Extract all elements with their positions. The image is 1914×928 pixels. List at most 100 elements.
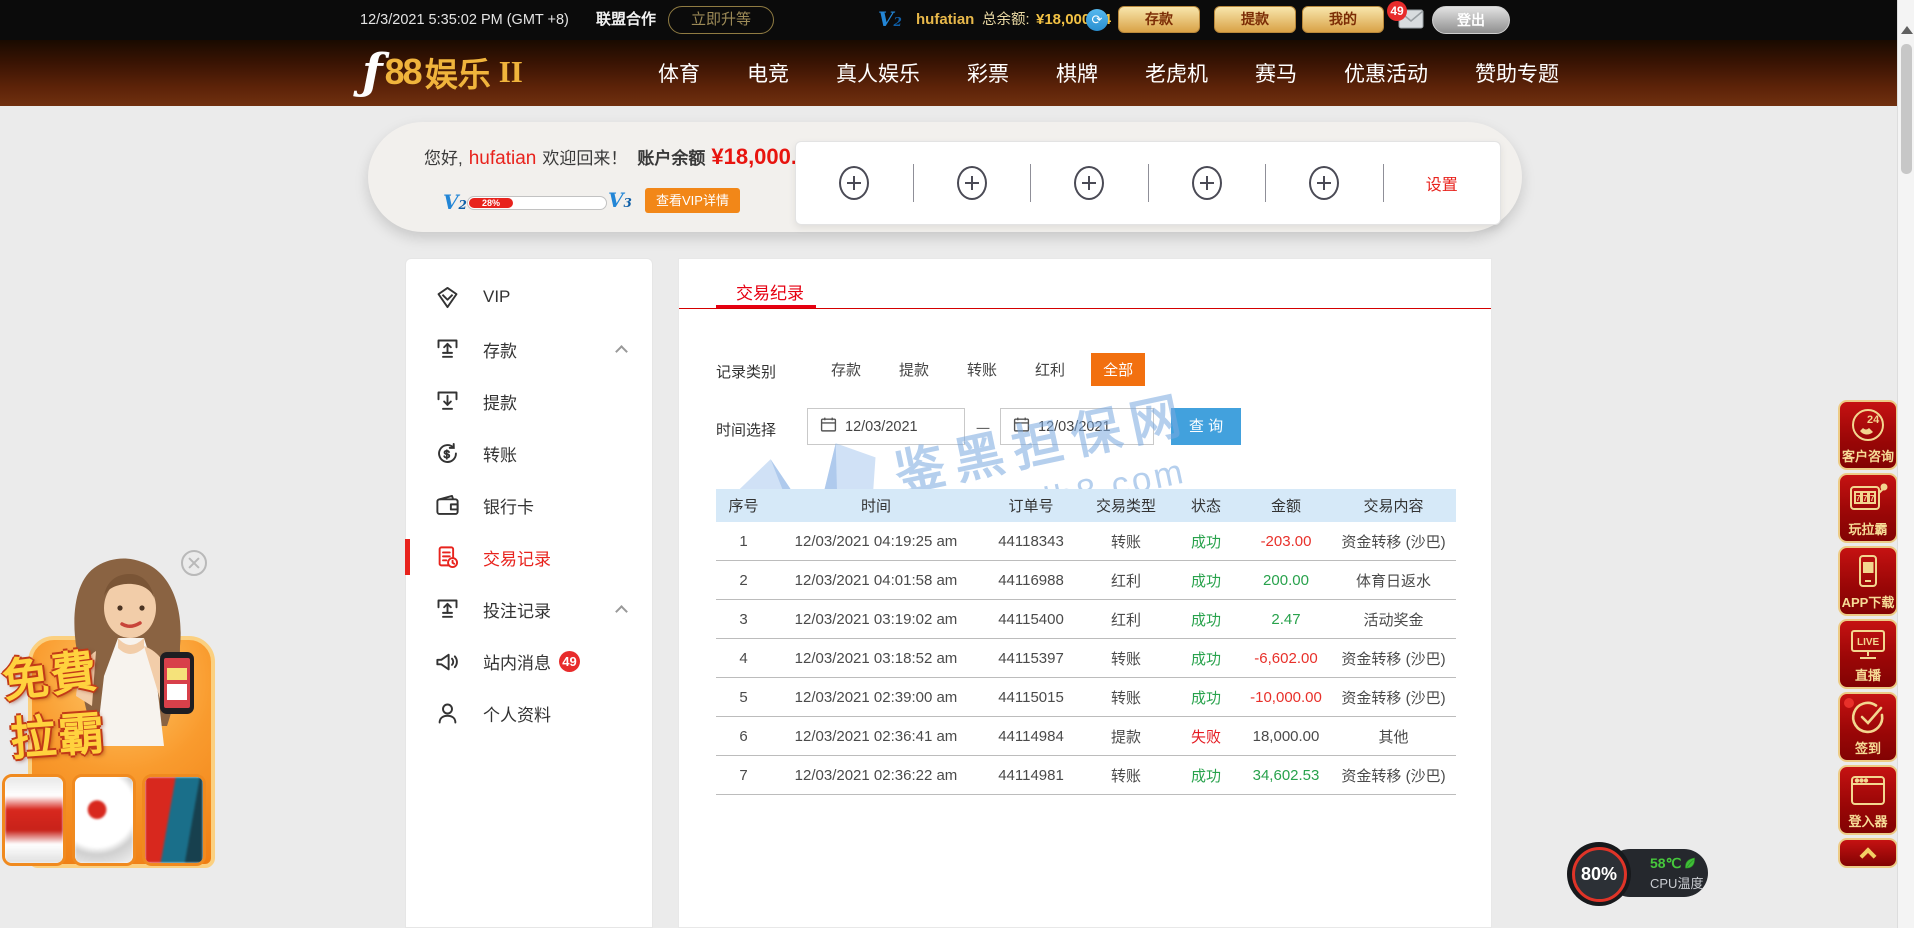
svg-text:7: 7 — [1856, 494, 1861, 503]
service-24-icon: 24 — [1848, 406, 1888, 451]
cell-order-no: 44115015 — [981, 689, 1081, 706]
time-select-label: 时间选择 — [716, 419, 776, 440]
sidebar-item-label: 银行卡 — [483, 493, 534, 518]
promo-banner[interactable]: 免費 拉霸 — [0, 548, 215, 873]
vip-next-badge: V3 — [608, 188, 632, 212]
vip-level-badge: V2 — [878, 7, 902, 31]
cell-status: 成功 — [1171, 609, 1241, 630]
transactions-table: 序号 时间 订单号 交易类型 状态 金额 交易内容 1 12/03/2021 0… — [716, 489, 1456, 795]
nav-item[interactable]: 电竞 — [747, 58, 789, 88]
cell-order-no: 44118343 — [981, 533, 1081, 550]
nav-item[interactable]: 赛马 — [1255, 58, 1297, 88]
cell-content: 其他 — [1331, 726, 1456, 747]
nav-item[interactable]: 体育 — [658, 58, 700, 88]
alliance-link[interactable]: 联盟合作 — [596, 0, 656, 40]
logout-button[interactable]: 登出 — [1432, 6, 1510, 34]
nav-item[interactable]: 赞助专题 — [1475, 58, 1559, 88]
sidebar-item-label: 转账 — [483, 441, 517, 466]
cell-amount: -10,000.00 — [1241, 689, 1331, 706]
settings-label: 设置 — [1426, 171, 1458, 195]
promo-close-icon[interactable] — [181, 550, 207, 576]
sidebar-item-transaction-records[interactable]: 交易记录 — [406, 531, 652, 583]
live-monitor-icon: LIVE — [1847, 625, 1889, 670]
live-stream-button[interactable]: LIVE 直播 — [1838, 619, 1898, 689]
sidebar-item-withdraw[interactable]: 提款 — [406, 375, 652, 427]
check-in-button[interactable]: 签到 — [1838, 692, 1898, 762]
quick-add-slot-4[interactable] — [1149, 164, 1267, 202]
deposit-button[interactable]: 存款 — [1118, 6, 1200, 33]
table-row: 6 12/03/2021 02:36:41 am 44114984 提款 失败 … — [716, 717, 1456, 756]
nav-item[interactable]: 彩票 — [967, 58, 1009, 88]
slot-play-button[interactable]: 777 玩拉霸 — [1838, 473, 1898, 543]
sidebar-item-label: 交易记录 — [483, 545, 551, 570]
query-button[interactable]: 查 询 — [1171, 408, 1241, 445]
cell-type: 提款 — [1081, 726, 1171, 747]
cell-content: 资金转移 (沙巴) — [1331, 531, 1456, 552]
nav-item[interactable]: 棋牌 — [1056, 58, 1098, 88]
cpu-label: CPU温度 — [1650, 873, 1708, 892]
sidebar-item-vip[interactable]: VIP — [406, 271, 652, 323]
cell-content: 资金转移 (沙巴) — [1331, 687, 1456, 708]
sidebar-item-profile[interactable]: 个人资料 — [406, 687, 652, 739]
quick-add-slot-3[interactable] — [1031, 164, 1149, 202]
table-row: 2 12/03/2021 04:01:58 am 44116988 红利 成功 … — [716, 561, 1456, 600]
sidebar-item-bet-records[interactable]: 投注记录 — [406, 583, 652, 635]
cell-status: 成功 — [1171, 570, 1241, 591]
launcher-button[interactable]: 登入器 — [1838, 765, 1898, 835]
cell-content: 资金转移 (沙巴) — [1331, 765, 1456, 786]
app-download-button[interactable]: APP下载 — [1838, 546, 1898, 616]
page-scrollbar[interactable] — [1897, 0, 1914, 928]
quick-settings[interactable]: 设置 — [1384, 164, 1501, 202]
megaphone-icon — [434, 648, 461, 675]
quick-add-slot-1[interactable] — [796, 164, 914, 202]
plus-circle-icon — [1192, 166, 1222, 200]
cell-content: 资金转移 (沙巴) — [1331, 648, 1456, 669]
customer-service-button[interactable]: 24 客户咨询 — [1838, 400, 1898, 470]
main-panel: 交易纪录 记录类别 存款 提款 转账 红利 全部 时间选择 12/03/2021… — [678, 258, 1492, 928]
vip-detail-button[interactable]: 查看VIP详情 — [645, 188, 740, 213]
table-row: 1 12/03/2021 04:19:25 am 44118343 转账 成功 … — [716, 522, 1456, 561]
cell-status: 成功 — [1171, 531, 1241, 552]
refresh-balance-icon[interactable]: ⟳ — [1086, 9, 1108, 31]
logo-f-glyph: ƒ — [362, 46, 383, 98]
withdraw-button[interactable]: 提款 — [1214, 6, 1296, 33]
page: 12/3/2021 5:35:02 PM (GMT +8) 联盟合作 立即升等 … — [0, 0, 1914, 928]
date-from-input[interactable]: 12/03/2021 — [807, 408, 965, 445]
sidebar-item-messages[interactable]: 站内消息 49 — [406, 635, 652, 687]
nav-item[interactable]: 真人娱乐 — [836, 58, 920, 88]
cpu-temp-value: 58℃ — [1650, 855, 1681, 872]
sidebar-item-label: 投注记录 — [483, 597, 551, 622]
upgrade-button[interactable]: 立即升等 — [668, 6, 774, 34]
sidebar-item-bank-card[interactable]: 银行卡 — [406, 479, 652, 531]
prize-thumbnail-ball[interactable] — [72, 774, 136, 866]
tab-transaction-records[interactable]: 交易纪录 — [736, 279, 804, 304]
mine-button[interactable]: 我的 — [1302, 6, 1384, 33]
filter-option[interactable]: 提款 — [887, 353, 941, 386]
filter-option[interactable]: 红利 — [1023, 353, 1077, 386]
scroll-up-arrow[interactable] — [1901, 26, 1913, 34]
site-logo[interactable]: ƒ 88 娱乐 II — [362, 46, 523, 98]
date-to-input[interactable]: 12/03/2021 — [1000, 408, 1154, 445]
person-icon — [434, 700, 461, 727]
quick-add-slot-5[interactable] — [1266, 164, 1384, 202]
floating-sidebar: 24 客户咨询 777 玩拉霸 APP下载 LIVE 直播 签到 登入器 — [1838, 400, 1898, 868]
prize-thumbnail-jersey[interactable] — [2, 774, 66, 866]
quick-add-slot-2[interactable] — [914, 164, 1032, 202]
prize-thumbnail-phone[interactable] — [142, 774, 206, 866]
chevron-up-icon — [615, 345, 628, 358]
sidebar-item-transfer[interactable]: $ 转账 — [406, 427, 652, 479]
nav-item[interactable]: 老虎机 — [1145, 58, 1208, 88]
filter-option[interactable]: 存款 — [819, 353, 873, 386]
cpu-usage-value: 80% — [1572, 847, 1627, 902]
chevron-up-icon — [1860, 847, 1877, 864]
vip-letter: V — [878, 7, 894, 31]
sidebar-item-deposit[interactable]: 存款 — [406, 323, 652, 375]
launcher-icon — [1847, 771, 1889, 816]
check-in-icon — [1848, 698, 1888, 743]
filter-option[interactable]: 全部 — [1091, 353, 1145, 386]
plus-circle-icon — [1074, 166, 1104, 200]
collapse-button[interactable] — [1838, 838, 1898, 868]
filter-option[interactable]: 转账 — [955, 353, 1009, 386]
scrollbar-thumb[interactable] — [1901, 44, 1912, 174]
nav-item[interactable]: 优惠活动 — [1344, 58, 1428, 88]
